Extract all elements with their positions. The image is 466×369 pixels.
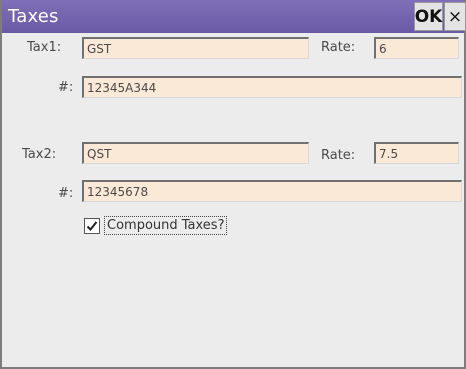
tax1-number-label: #: [58,80,74,95]
tax1-name-field[interactable]: GST [82,37,309,59]
compound-taxes-label[interactable]: Compound Taxes? [104,216,228,235]
close-button[interactable]: × [444,2,466,31]
tax2-name-field[interactable]: QST [82,142,309,164]
tax1-number-field[interactable]: 12345A344 [82,76,462,98]
taxes-dialog: Taxes OK × Tax1: GST Rate: 6 #: 12345A34… [0,0,466,369]
tax2-number-label: #: [58,186,74,201]
tax1-rate-field[interactable]: 6 [374,37,459,59]
checkmark-icon [86,221,98,231]
tax1-label: Tax1: [27,40,62,55]
tax2-rate-field[interactable]: 7.5 [374,142,459,164]
compound-taxes-checkbox[interactable] [84,218,100,234]
ok-button[interactable]: OK [414,2,443,31]
tax1-rate-label: Rate: [321,40,356,55]
tax2-number-field[interactable]: 12345678 [82,180,462,202]
tax2-label: Tax2: [22,147,57,162]
tax2-rate-label: Rate: [321,148,356,163]
dialog-title: Taxes [8,6,59,27]
title-bar: Taxes OK × [2,0,466,33]
